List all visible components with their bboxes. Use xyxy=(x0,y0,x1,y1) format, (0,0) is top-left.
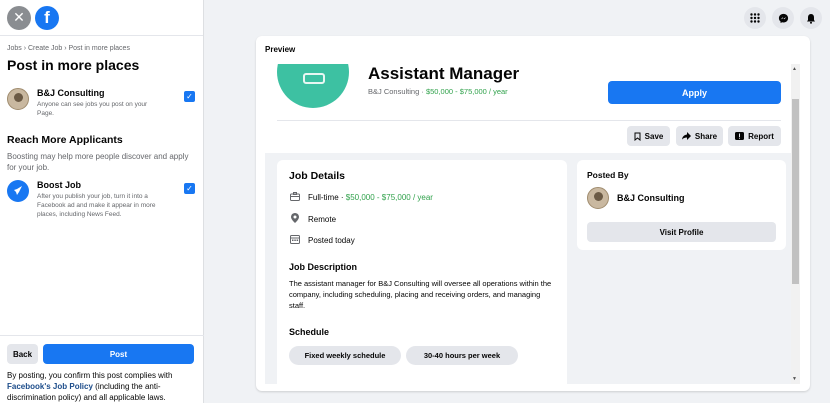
facebook-logo[interactable]: f xyxy=(35,5,59,30)
sidebar-footer: Back Post By posting, you confirm this p… xyxy=(0,335,204,402)
posted-date: Posted today xyxy=(308,235,355,245)
policy-prefix: By posting, you confirm this post compli… xyxy=(7,371,173,380)
share-label: Share xyxy=(694,131,718,141)
report-icon xyxy=(735,132,745,140)
messenger-icon[interactable] xyxy=(772,7,794,29)
job-description-title: Job Description xyxy=(289,262,358,272)
calendar-icon xyxy=(289,234,300,246)
page-title: Post in more places xyxy=(7,57,140,73)
reach-section-description: Boosting may help more people discover a… xyxy=(7,152,189,172)
location-pin-icon xyxy=(289,213,300,225)
boost-job-name: Boost Job xyxy=(37,180,81,190)
preview-content: Assistant Manager B&J Consulting · $50,0… xyxy=(265,64,800,384)
save-button[interactable]: Save xyxy=(627,126,670,146)
briefcase-icon xyxy=(289,192,300,203)
account-description: Anyone can see jobs you post on your Pag… xyxy=(37,101,148,117)
schedule-chip: 30-40 hours per week xyxy=(406,346,518,365)
job-subtitle: B&J Consulting · $50,000 - $75,000 / yea… xyxy=(368,87,508,96)
post-button[interactable]: Post xyxy=(43,344,194,364)
report-button[interactable]: Report xyxy=(728,126,781,146)
preview-label: Preview xyxy=(265,45,296,54)
scroll-thumb[interactable] xyxy=(792,99,799,284)
share-icon xyxy=(681,132,691,140)
menu-grid-icon[interactable] xyxy=(744,7,766,29)
boost-job-description: After you publish your job, turn it into… xyxy=(37,193,156,218)
top-icons xyxy=(744,7,822,29)
back-button[interactable]: Back xyxy=(7,344,38,364)
posted-row: Posted today xyxy=(289,234,355,246)
job-location: Remote xyxy=(308,214,337,224)
divider xyxy=(277,120,781,121)
header-salary: $50,000 - $75,000 / year xyxy=(425,87,508,96)
reach-section-title: Reach More Applicants xyxy=(7,134,123,146)
preview-panel: Preview Assistant Manager B&J Consulting… xyxy=(256,36,810,391)
briefcase-icon xyxy=(303,73,325,84)
rocket-icon xyxy=(7,180,29,202)
breadcrumb: Jobs › Create Job › Post in more places xyxy=(7,45,130,52)
job-type-row: Full-time · $50,000 - $75,000 / year xyxy=(289,192,433,203)
visit-profile-button[interactable]: Visit Profile xyxy=(587,222,776,242)
schedule-chip: Fixed weekly schedule xyxy=(289,346,401,365)
schedule-title: Schedule xyxy=(289,327,330,337)
policy-notice: By posting, you confirm this post compli… xyxy=(7,370,197,403)
posted-by-name[interactable]: B&J Consulting xyxy=(617,193,685,203)
apply-button[interactable]: Apply xyxy=(608,81,781,104)
notifications-icon[interactable] xyxy=(800,7,822,29)
company-name: B&J Consulting · xyxy=(368,87,426,96)
job-body: Job Details Full-time · $50,000 - $75,00… xyxy=(265,153,791,384)
scroll-down-arrow[interactable]: ▼ xyxy=(792,376,797,382)
job-salary: $50,000 - $75,000 / year xyxy=(345,193,433,202)
job-policy-link[interactable]: Facebook's Job Policy xyxy=(7,382,93,391)
job-details-card: Job Details Full-time · $50,000 - $75,00… xyxy=(277,160,567,384)
account-name: B&J Consulting xyxy=(37,88,105,98)
posted-by-row: B&J Consulting xyxy=(587,187,685,209)
left-sidebar: ✕ f Jobs › Create Job › Post in more pla… xyxy=(0,0,204,403)
job-details-title: Job Details xyxy=(289,170,346,182)
job-logo xyxy=(277,64,349,108)
job-description-text: The assistant manager for B&J Consulting… xyxy=(289,279,552,310)
avatar xyxy=(7,88,29,110)
posted-by-card: Posted By B&J Consulting Visit Profile xyxy=(577,160,786,250)
boost-checkbox[interactable]: ✓ xyxy=(184,183,195,194)
bookmark-icon xyxy=(634,132,641,141)
job-type: Full-time · xyxy=(308,193,346,202)
scroll-up-arrow[interactable]: ▲ xyxy=(792,66,797,72)
posted-by-title: Posted By xyxy=(587,170,629,180)
boost-job-option[interactable]: Boost Job After you publish your job, tu… xyxy=(7,180,195,219)
sidebar-header: ✕ f xyxy=(0,0,203,36)
report-label: Report xyxy=(748,131,774,141)
preview-scrollbar[interactable]: ▲ ▼ xyxy=(791,64,800,384)
location-row: Remote xyxy=(289,213,336,225)
page-account-option[interactable]: B&J Consulting Anyone can see jobs you p… xyxy=(7,88,195,118)
job-title: Assistant Manager xyxy=(368,64,520,83)
avatar xyxy=(587,187,609,209)
share-button[interactable]: Share xyxy=(676,126,723,146)
close-icon[interactable]: ✕ xyxy=(7,5,31,30)
account-checkbox[interactable]: ✓ xyxy=(184,91,195,102)
save-label: Save xyxy=(644,131,664,141)
